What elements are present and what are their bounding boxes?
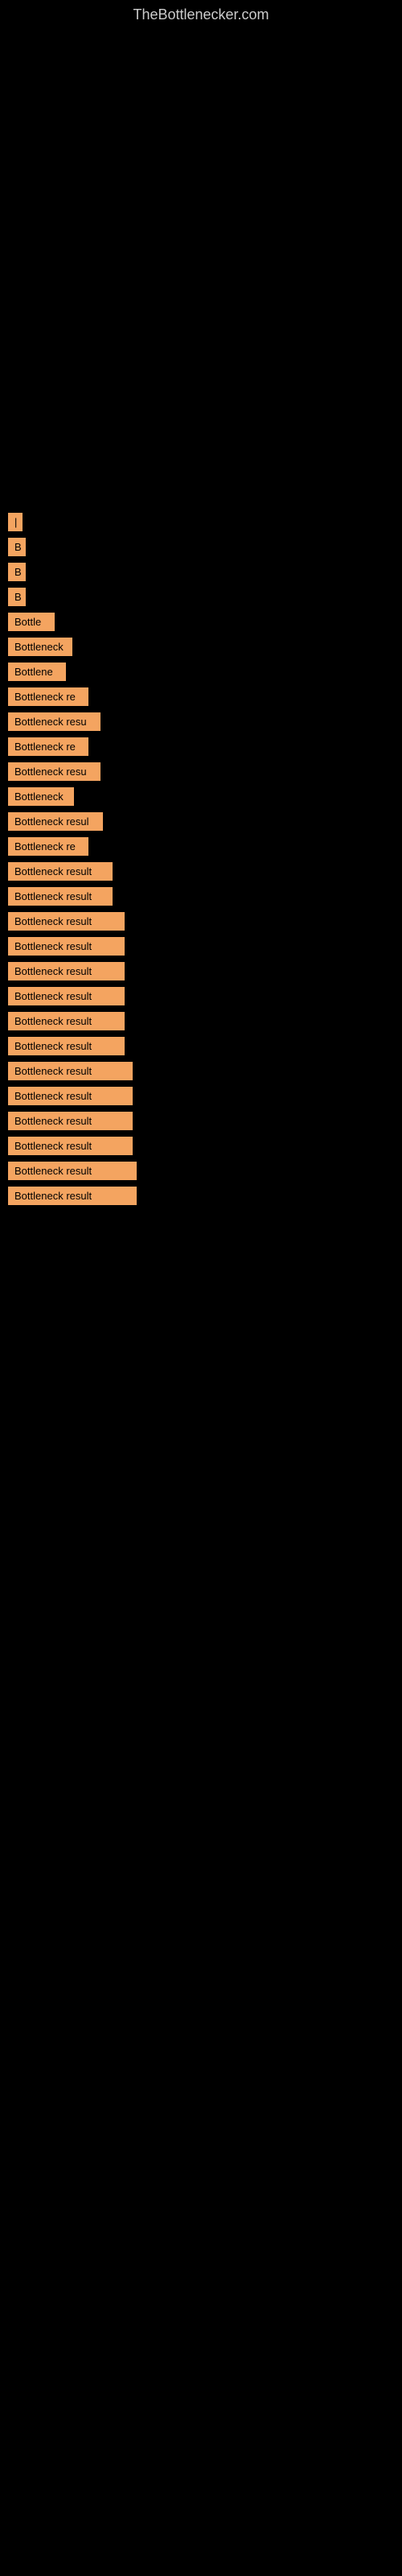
- bottleneck-result-item-18: Bottleneck result: [8, 937, 125, 956]
- bottleneck-result-item-22: Bottleneck result: [8, 1037, 125, 1055]
- bottleneck-result-item-28: Bottleneck result: [8, 1187, 137, 1205]
- bottleneck-result-item-14: Bottleneck re: [8, 837, 88, 856]
- bottleneck-result-item-24: Bottleneck result: [8, 1087, 133, 1105]
- bottleneck-result-item-4: B: [8, 588, 26, 606]
- bottleneck-result-item-27: Bottleneck result: [8, 1162, 137, 1180]
- site-title-container: TheBottlenecker.com: [0, 0, 402, 30]
- site-title: TheBottlenecker.com: [0, 0, 402, 30]
- bottleneck-result-item-13: Bottleneck resul: [8, 812, 103, 831]
- bottleneck-result-item-10: Bottleneck re: [8, 737, 88, 756]
- bottleneck-result-item-8: Bottleneck re: [8, 687, 88, 706]
- bottleneck-result-item-7: Bottlene: [8, 663, 66, 681]
- bottleneck-result-item-20: Bottleneck result: [8, 987, 125, 1005]
- bottleneck-result-item-19: Bottleneck result: [8, 962, 125, 980]
- bottleneck-result-item-1: |: [8, 513, 23, 531]
- bottleneck-result-item-11: Bottleneck resu: [8, 762, 100, 781]
- bottleneck-result-item-23: Bottleneck result: [8, 1062, 133, 1080]
- main-content: |BBBBottleBottleneckBottleneBottleneck r…: [0, 513, 402, 1228]
- bottleneck-result-item-21: Bottleneck result: [8, 1012, 125, 1030]
- bottleneck-result-item-5: Bottle: [8, 613, 55, 631]
- bottleneck-result-item-26: Bottleneck result: [8, 1137, 133, 1155]
- bottleneck-result-item-16: Bottleneck result: [8, 887, 113, 906]
- bottleneck-result-item-3: B: [8, 563, 26, 581]
- bottleneck-result-item-6: Bottleneck: [8, 638, 72, 656]
- bottleneck-result-item-25: Bottleneck result: [8, 1112, 133, 1130]
- bottleneck-result-item-9: Bottleneck resu: [8, 712, 100, 731]
- bottleneck-result-item-2: B: [8, 538, 26, 556]
- bottleneck-result-item-12: Bottleneck: [8, 787, 74, 806]
- bottleneck-result-item-17: Bottleneck result: [8, 912, 125, 931]
- bottleneck-result-item-15: Bottleneck result: [8, 862, 113, 881]
